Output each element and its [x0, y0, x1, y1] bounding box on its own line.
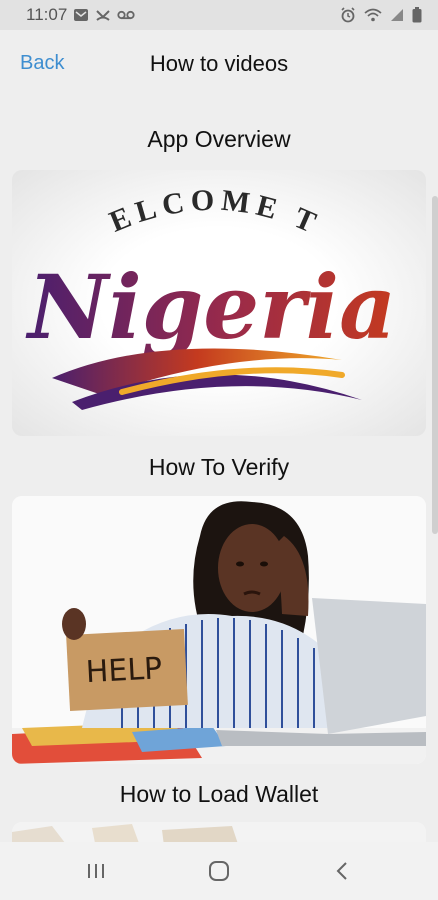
navigation-bar [0, 842, 438, 900]
voicemail-icon [117, 9, 135, 21]
video-title-how-to-load-wallet: How to Load Wallet [119, 781, 319, 807]
wallet-thumbnail-image [12, 822, 426, 842]
signal-icon [390, 8, 404, 22]
welcome-to-nigeria-logo: WELCOME TO Nigeria [12, 170, 396, 410]
message-icon [73, 8, 89, 22]
video-thumbnail-app-overview[interactable]: WELCOME TO Nigeria [12, 170, 426, 436]
page-title: How to videos [149, 51, 289, 76]
help-illustration: HELP [12, 496, 426, 764]
video-thumbnail-how-to-verify[interactable]: HELP [12, 496, 426, 764]
video-thumbnail-how-to-load-wallet[interactable] [12, 822, 426, 842]
recent-apps-icon[interactable] [76, 858, 116, 884]
status-time: 11:07 [26, 5, 68, 24]
missed-call-icon [95, 8, 111, 22]
video-title-app-overview: App Overview [147, 126, 291, 152]
logo-nigeria-text: Nigeria [25, 255, 396, 359]
header: Back How to videos [0, 30, 438, 100]
status-bar: 11:07 [0, 0, 438, 30]
home-icon[interactable] [199, 858, 239, 884]
scrollbar[interactable] [432, 196, 438, 534]
alarm-icon [340, 7, 356, 23]
back-icon[interactable] [322, 858, 362, 884]
wifi-icon [364, 8, 382, 22]
logo-welcome-text: WELCOME TO [12, 170, 320, 242]
battery-icon [412, 7, 422, 23]
video-title-how-to-verify: How To Verify [148, 454, 290, 480]
status-bar-left: 11:07 [26, 5, 135, 25]
video-list[interactable]: App Overview WELCOME TO Nigeria [0, 100, 438, 842]
help-sign-text: HELP [85, 651, 163, 690]
status-bar-right [340, 7, 422, 23]
svg-text:WELCOME TO: WELCOME TO [12, 170, 326, 242]
